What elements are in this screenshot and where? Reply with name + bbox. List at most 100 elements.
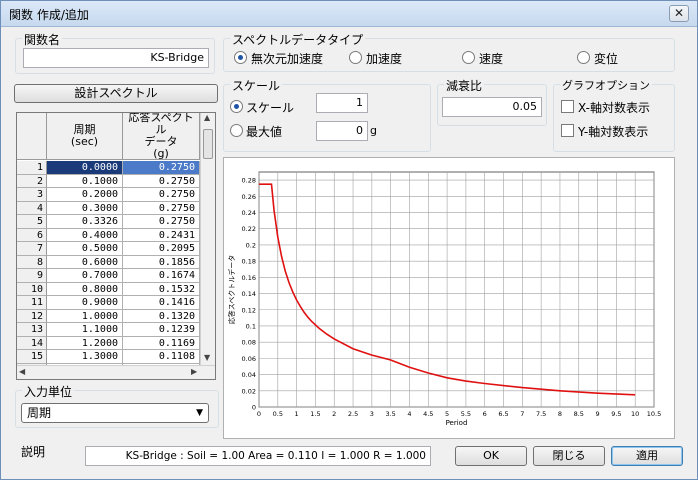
table-row[interactable]: 8 0.6000 0.1856 [17, 255, 200, 269]
response-cell[interactable]: 0.2750 [123, 201, 200, 215]
row-number: 3 [17, 188, 47, 202]
description-input[interactable]: KS-Bridge : Soil = 1.00 Area = 0.110 I =… [85, 446, 431, 466]
design-spectrum-button[interactable]: 設計スペクトル [14, 84, 218, 103]
table-row[interactable]: 5 0.3326 0.2750 [17, 215, 200, 229]
radio-dimensionless-accel[interactable] [234, 51, 247, 64]
scroll-right-icon[interactable]: ▶ [191, 367, 197, 376]
period-cell[interactable]: 1.1000 [47, 323, 123, 337]
label-dimensionless-accel: 無次元加速度 [251, 52, 324, 66]
x-tick-label: 1 [295, 410, 299, 418]
radio-acceleration[interactable] [349, 51, 362, 64]
table-row[interactable]: 6 0.4000 0.2431 [17, 228, 200, 242]
period-cell[interactable]: 1.0000 [47, 309, 123, 323]
x-log-checkbox[interactable] [561, 100, 574, 113]
response-cell[interactable]: 0.2750 [123, 215, 200, 229]
table-row[interactable]: 15 1.3000 0.1108 [17, 350, 200, 364]
y-log-checkbox[interactable] [561, 124, 574, 137]
response-cell[interactable]: 0.1108 [123, 350, 200, 364]
response-cell[interactable]: 0.2431 [123, 228, 200, 242]
period-cell[interactable]: 0.8000 [47, 282, 123, 296]
table-row[interactable]: 3 0.2000 0.2750 [17, 188, 200, 202]
y-tick-label: 0.12 [242, 306, 256, 314]
response-cell[interactable]: 0.2750 [123, 174, 200, 188]
close-button[interactable]: 閉じる [533, 446, 605, 466]
table-row[interactable]: 1 0.0000 0.2750 [17, 161, 200, 175]
period-cell[interactable]: 1.3000 [47, 350, 123, 364]
x-tick-label: 8.5 [574, 410, 584, 418]
plot-area [258, 171, 655, 408]
dialog-window: 関数 作成/追加 ✕ 関数名 KS-Bridge 設計スペクトル 周期 (sec… [0, 0, 698, 480]
x-tick-label: 7 [520, 410, 524, 418]
radio-displacement[interactable] [577, 51, 590, 64]
scroll-thumb[interactable] [203, 129, 213, 159]
radio-scale[interactable] [230, 100, 243, 113]
y-log-label: Y-軸対数表示 [578, 125, 649, 139]
x-tick-label: 5.5 [461, 410, 471, 418]
table-row[interactable]: 9 0.7000 0.1674 [17, 269, 200, 283]
func-name-input[interactable]: KS-Bridge [23, 48, 209, 68]
row-number: 5 [17, 215, 47, 229]
scroll-left-icon[interactable]: ◀ [19, 367, 25, 376]
period-cell[interactable]: 0.6000 [47, 255, 123, 269]
response-cell[interactable]: 0.1532 [123, 282, 200, 296]
x-tick-label: 8 [558, 410, 562, 418]
row-number: 15 [17, 350, 47, 364]
table-row[interactable]: 12 1.0000 0.1320 [17, 309, 200, 323]
period-cell[interactable]: 0.7000 [47, 269, 123, 283]
y-tick-label: 0.26 [242, 193, 256, 201]
period-cell[interactable]: 0.5000 [47, 242, 123, 256]
response-cell[interactable]: 0.1239 [123, 323, 200, 337]
x-tick-label: 10.5 [647, 410, 661, 418]
response-cell[interactable]: 0.1320 [123, 309, 200, 323]
response-header-line1: 応答スペクトル [128, 112, 194, 136]
table-row[interactable]: 11 0.9000 0.1416 [17, 296, 200, 310]
period-cell[interactable]: 0.2000 [47, 188, 123, 202]
chevron-down-icon: ▼ [196, 408, 203, 418]
period-cell[interactable]: 0.4000 [47, 228, 123, 242]
period-cell[interactable]: 0.0000 [47, 161, 123, 175]
response-cell[interactable]: 0.1416 [123, 296, 200, 310]
table-row[interactable]: 13 1.1000 0.1239 [17, 323, 200, 337]
max-value-input[interactable]: 0 [316, 121, 368, 141]
table-row[interactable]: 2 0.1000 0.2750 [17, 174, 200, 188]
damping-input[interactable]: 0.05 [442, 97, 542, 117]
table-row[interactable]: 10 0.8000 0.1532 [17, 282, 200, 296]
table-horizontal-scrollbar[interactable]: ◀ ▶ [17, 365, 215, 379]
row-number: 14 [17, 336, 47, 350]
period-cell[interactable]: 0.9000 [47, 296, 123, 310]
scroll-down-icon[interactable]: ▼ [204, 353, 210, 362]
spectrum-table[interactable]: 周期 (sec) 応答スペクトル データ (g) 1 0.0000 0.2750 2 0… [16, 112, 216, 380]
response-cell[interactable]: 0.1169 [123, 336, 200, 350]
radio-max-value[interactable] [230, 124, 243, 137]
row-number: 9 [17, 269, 47, 283]
max-unit-label: g [370, 124, 377, 137]
close-icon[interactable]: ✕ [669, 5, 689, 22]
title-bar[interactable]: 関数 作成/追加 ✕ [1, 1, 697, 27]
period-cell[interactable]: 1.2000 [47, 336, 123, 350]
response-cell[interactable]: 0.2095 [123, 242, 200, 256]
input-unit-select[interactable]: 周期 ▼ [21, 403, 209, 423]
response-cell[interactable]: 0.2750 [123, 188, 200, 202]
y-axis-title: 応答スペクトルデータ [227, 255, 236, 325]
table-row[interactable]: 4 0.3000 0.2750 [17, 201, 200, 215]
table-row[interactable]: 7 0.5000 0.2095 [17, 242, 200, 256]
row-number: 10 [17, 282, 47, 296]
table-row[interactable]: 14 1.2000 0.1169 [17, 336, 200, 350]
table-vertical-scrollbar[interactable]: ▲ ▼ [200, 113, 215, 365]
period-cell[interactable]: 0.3000 [47, 201, 123, 215]
response-cell[interactable]: 0.2750 [123, 161, 200, 175]
description-label: 説明 [21, 445, 46, 459]
input-unit-label: 入力単位 [22, 383, 75, 400]
response-cell[interactable]: 0.1856 [123, 255, 200, 269]
apply-button[interactable]: 適用 [611, 446, 683, 466]
x-tick-label: 7.5 [536, 410, 546, 418]
scroll-up-icon[interactable]: ▲ [204, 113, 210, 122]
response-cell[interactable]: 0.1674 [123, 269, 200, 283]
scale-input[interactable]: 1 [316, 93, 368, 113]
ok-button[interactable]: OK [455, 446, 527, 466]
period-cell[interactable]: 0.3326 [47, 215, 123, 229]
period-cell[interactable]: 0.1000 [47, 174, 123, 188]
label-max-value: 最大値 [246, 125, 283, 139]
row-number: 2 [17, 174, 47, 188]
radio-velocity[interactable] [462, 51, 475, 64]
